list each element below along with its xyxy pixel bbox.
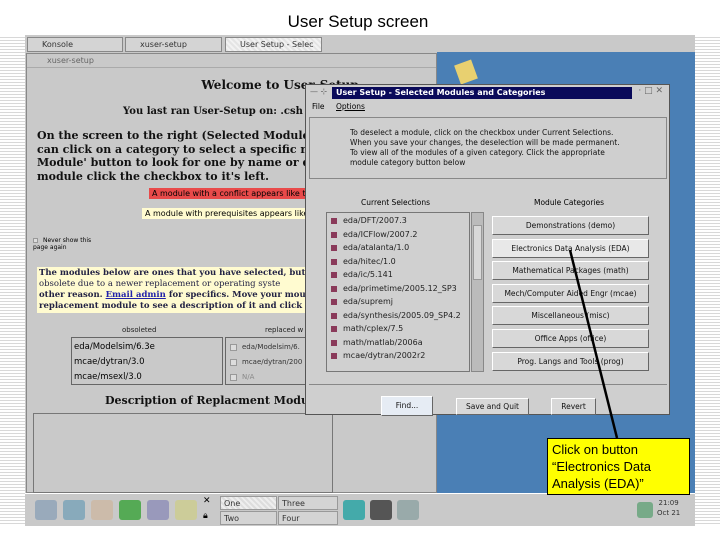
callout-box: Click on button “Electronics Data Analysis… bbox=[547, 438, 690, 495]
arrow-line bbox=[568, 249, 619, 439]
